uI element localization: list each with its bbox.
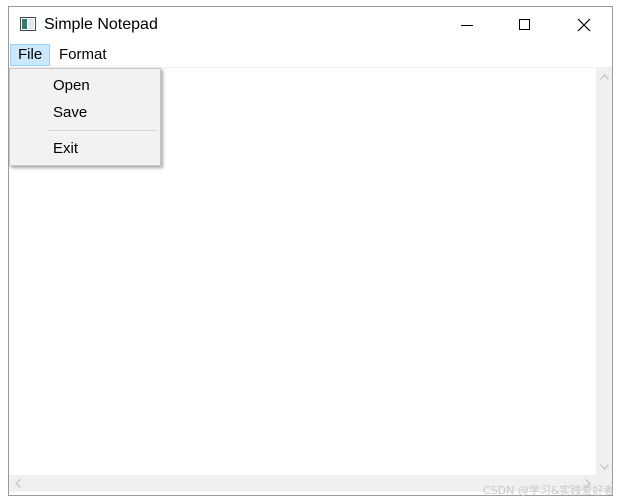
chevron-left-icon [14, 479, 21, 488]
vertical-scrollbar[interactable] [596, 68, 612, 475]
minimize-icon [461, 25, 473, 26]
title-bar[interactable]: Simple Notepad [9, 7, 612, 43]
scroll-down-arrow[interactable] [596, 458, 612, 475]
scroll-left-arrow[interactable] [9, 475, 26, 492]
menu-item-exit[interactable]: Exit [12, 136, 158, 162]
minimize-button[interactable] [444, 7, 490, 43]
menu-file[interactable]: File [10, 44, 51, 66]
menu-item-save[interactable]: Save [12, 100, 158, 126]
chevron-up-icon [600, 73, 609, 80]
menu-separator [48, 130, 157, 131]
menu-item-open[interactable]: Open [12, 73, 158, 99]
menu-bar: File Format [9, 43, 612, 68]
watermark-text: CSDN @学习&实践爱好者 [483, 484, 615, 497]
window-title: Simple Notepad [44, 16, 158, 33]
chevron-down-icon [600, 463, 609, 470]
close-icon [577, 18, 591, 32]
maximize-button[interactable] [502, 7, 548, 43]
maximize-icon [519, 19, 530, 30]
scroll-up-arrow[interactable] [596, 68, 612, 85]
menu-format[interactable]: Format [52, 44, 114, 66]
close-button[interactable] [561, 7, 607, 43]
notepad-app-icon [20, 17, 36, 31]
file-menu-dropdown: Open Save Exit [9, 68, 161, 166]
